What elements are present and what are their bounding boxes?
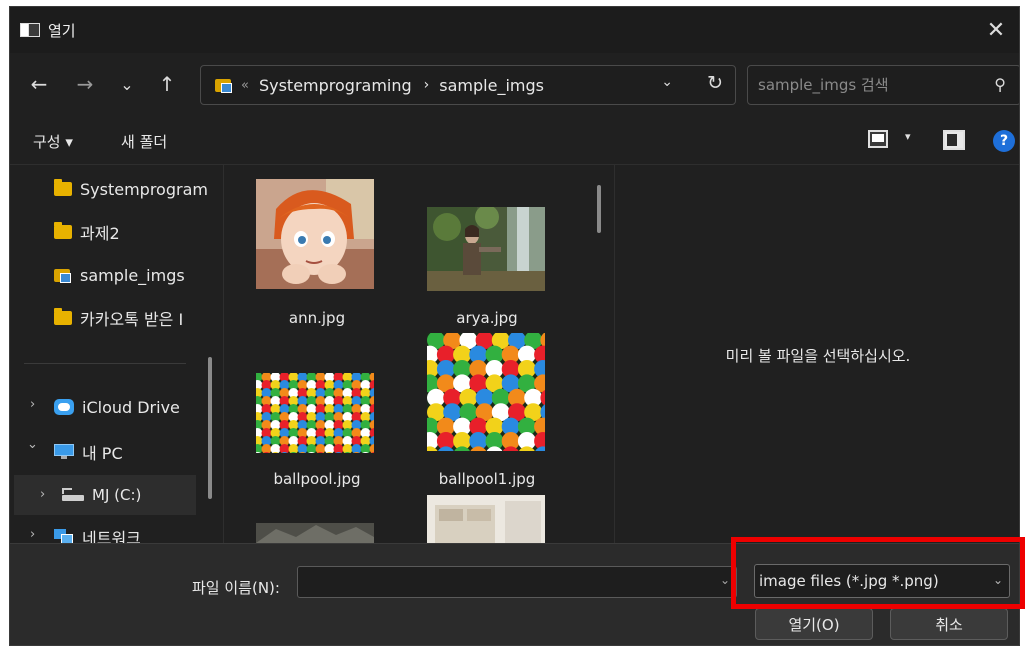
- new-folder-button[interactable]: 새 폴더: [121, 131, 167, 152]
- pc-icon: [54, 444, 74, 460]
- file-thumbnail-partial[interactable]: [256, 523, 374, 543]
- sidebar-item-label: 네트워크: [82, 529, 141, 543]
- command-toolbar: 구성 ▾ 새 폴더 ▾ ?: [10, 115, 1019, 165]
- sidebar-item-label: iCloud Drive: [82, 397, 180, 417]
- sidebar-divider: [24, 363, 186, 364]
- sidebar-item-assignment2[interactable]: 과제2: [54, 212, 223, 252]
- chevron-down-icon[interactable]: ⌄: [27, 437, 38, 452]
- sidebar-item-label: Systemprogram: [80, 179, 208, 199]
- arrow-right-icon: →: [76, 72, 94, 96]
- preview-pane-icon[interactable]: [943, 130, 965, 150]
- sidebar-item-label: MJ (C:): [92, 486, 142, 504]
- file-type-filter-select[interactable]: image files (*.jpg *.png) ⌄: [754, 564, 1010, 598]
- file-thumbnail-ballpool1[interactable]: [427, 333, 545, 451]
- breadcrumb-sample-imgs[interactable]: sample_imgs: [439, 76, 544, 95]
- file-thumbnail-arya[interactable]: [427, 207, 545, 291]
- navigation-pane: Systemprogram 과제2 sample_imgs 카카오톡 받은 I …: [10, 165, 224, 543]
- chevron-down-icon: ⌄: [120, 74, 134, 94]
- file-name-label[interactable]: ann.jpg: [242, 309, 392, 327]
- address-bar[interactable]: « Systemprograming › sample_imgs ⌄ ↻: [200, 65, 736, 105]
- view-mode-icon[interactable]: [868, 130, 890, 150]
- chevron-down-icon: ⌄: [992, 573, 1003, 587]
- file-thumbnail-partial[interactable]: [427, 495, 545, 543]
- search-box: ⚲: [747, 65, 1019, 105]
- file-type-filter-value: image files (*.jpg *.png): [759, 572, 939, 590]
- refresh-icon[interactable]: ↻: [707, 72, 723, 94]
- sidebar-item-label: 카카오톡 받은 I: [80, 310, 184, 329]
- view-options-caret-icon[interactable]: ▾: [905, 130, 911, 143]
- sidebar-item-network[interactable]: 네트워크: [54, 517, 223, 543]
- sidebar-item-label: sample_imgs: [80, 265, 185, 285]
- window-title: 열기: [48, 21, 76, 40]
- help-icon[interactable]: ?: [993, 130, 1015, 152]
- file-thumbnail-ann[interactable]: [256, 179, 374, 289]
- search-input[interactable]: [758, 76, 968, 94]
- close-button[interactable]: ✕: [979, 13, 1013, 47]
- filename-combobox[interactable]: ⌄: [297, 566, 737, 598]
- sidebar-item-label: 내 PC: [82, 444, 123, 463]
- sidebar-item-drive-c[interactable]: › MJ (C:): [14, 475, 196, 515]
- app-window-icon: [20, 23, 40, 37]
- breadcrumb-systemprograming[interactable]: Systemprograming: [259, 76, 412, 95]
- folder-icon: [54, 179, 72, 196]
- cancel-button[interactable]: 취소: [890, 608, 1008, 640]
- open-button[interactable]: 열기(O): [755, 608, 873, 640]
- search-icon[interactable]: ⚲: [994, 75, 1006, 94]
- drive-icon: [62, 488, 84, 502]
- file-list-scrollbar[interactable]: [597, 185, 601, 233]
- folder-icon: [54, 308, 72, 325]
- sidebar-item-kakaotalk[interactable]: 카카오톡 받은 I: [54, 298, 204, 338]
- chevron-down-icon[interactable]: ⌄: [720, 573, 730, 587]
- up-button[interactable]: ↑: [150, 67, 184, 101]
- image-folder-icon: [215, 77, 233, 93]
- sidebar-item-this-pc[interactable]: 내 PC: [54, 432, 223, 472]
- chevron-right-icon[interactable]: ›: [40, 487, 45, 502]
- chevron-right-icon[interactable]: ›: [30, 527, 35, 542]
- chevron-right-icon[interactable]: ›: [30, 397, 35, 412]
- icloud-icon: [54, 399, 74, 415]
- file-name-label[interactable]: ballpool.jpg: [242, 470, 392, 488]
- navigation-bar: ← → ⌄ ↑ « Systemprograming › sample_imgs…: [10, 53, 1019, 115]
- organize-menu[interactable]: 구성 ▾: [33, 131, 73, 152]
- back-button[interactable]: ←: [22, 67, 56, 101]
- file-list: ann.jpg arya.jpg ballpool.jpg ballpool1.…: [224, 165, 614, 543]
- dialog-footer: 파일 이름(N): ⌄ image files (*.jpg *.png) ⌄ …: [10, 543, 1019, 645]
- sidebar-item-label: 과제2: [80, 224, 120, 243]
- network-icon: [54, 529, 74, 543]
- title-bar: 열기 ✕: [10, 7, 1019, 53]
- breadcrumb-separator-icon[interactable]: ›: [424, 77, 430, 93]
- arrow-up-icon: ↑: [158, 72, 176, 96]
- file-thumbnail-ballpool[interactable]: [256, 373, 374, 453]
- image-folder-icon: [54, 267, 72, 283]
- folder-icon: [54, 222, 72, 239]
- file-open-dialog: 열기 ✕ ← → ⌄ ↑ « Systemprograming › sample…: [9, 6, 1020, 646]
- filename-input[interactable]: [304, 567, 704, 595]
- sidebar-item-icloud-drive[interactable]: iCloud Drive: [54, 387, 223, 427]
- breadcrumb-overflow[interactable]: «: [241, 78, 249, 93]
- forward-button[interactable]: →: [68, 67, 102, 101]
- sidebar-scrollbar[interactable]: [208, 357, 212, 499]
- address-dropdown-icon[interactable]: ⌄: [661, 74, 673, 90]
- sidebar-item-sample-imgs[interactable]: sample_imgs: [54, 255, 223, 295]
- preview-pane: 미리 볼 파일을 선택하십시오.: [614, 165, 1019, 543]
- close-icon: ✕: [986, 17, 1006, 43]
- sidebar-item-systemprogram[interactable]: Systemprogram: [54, 169, 223, 209]
- preview-message: 미리 볼 파일을 선택하십시오.: [725, 347, 911, 365]
- arrow-left-icon: ←: [30, 72, 48, 96]
- file-name-label[interactable]: arya.jpg: [412, 309, 562, 327]
- file-name-label[interactable]: ballpool1.jpg: [412, 470, 562, 488]
- recent-locations-button[interactable]: ⌄: [110, 67, 144, 101]
- filename-label: 파일 이름(N):: [192, 579, 280, 597]
